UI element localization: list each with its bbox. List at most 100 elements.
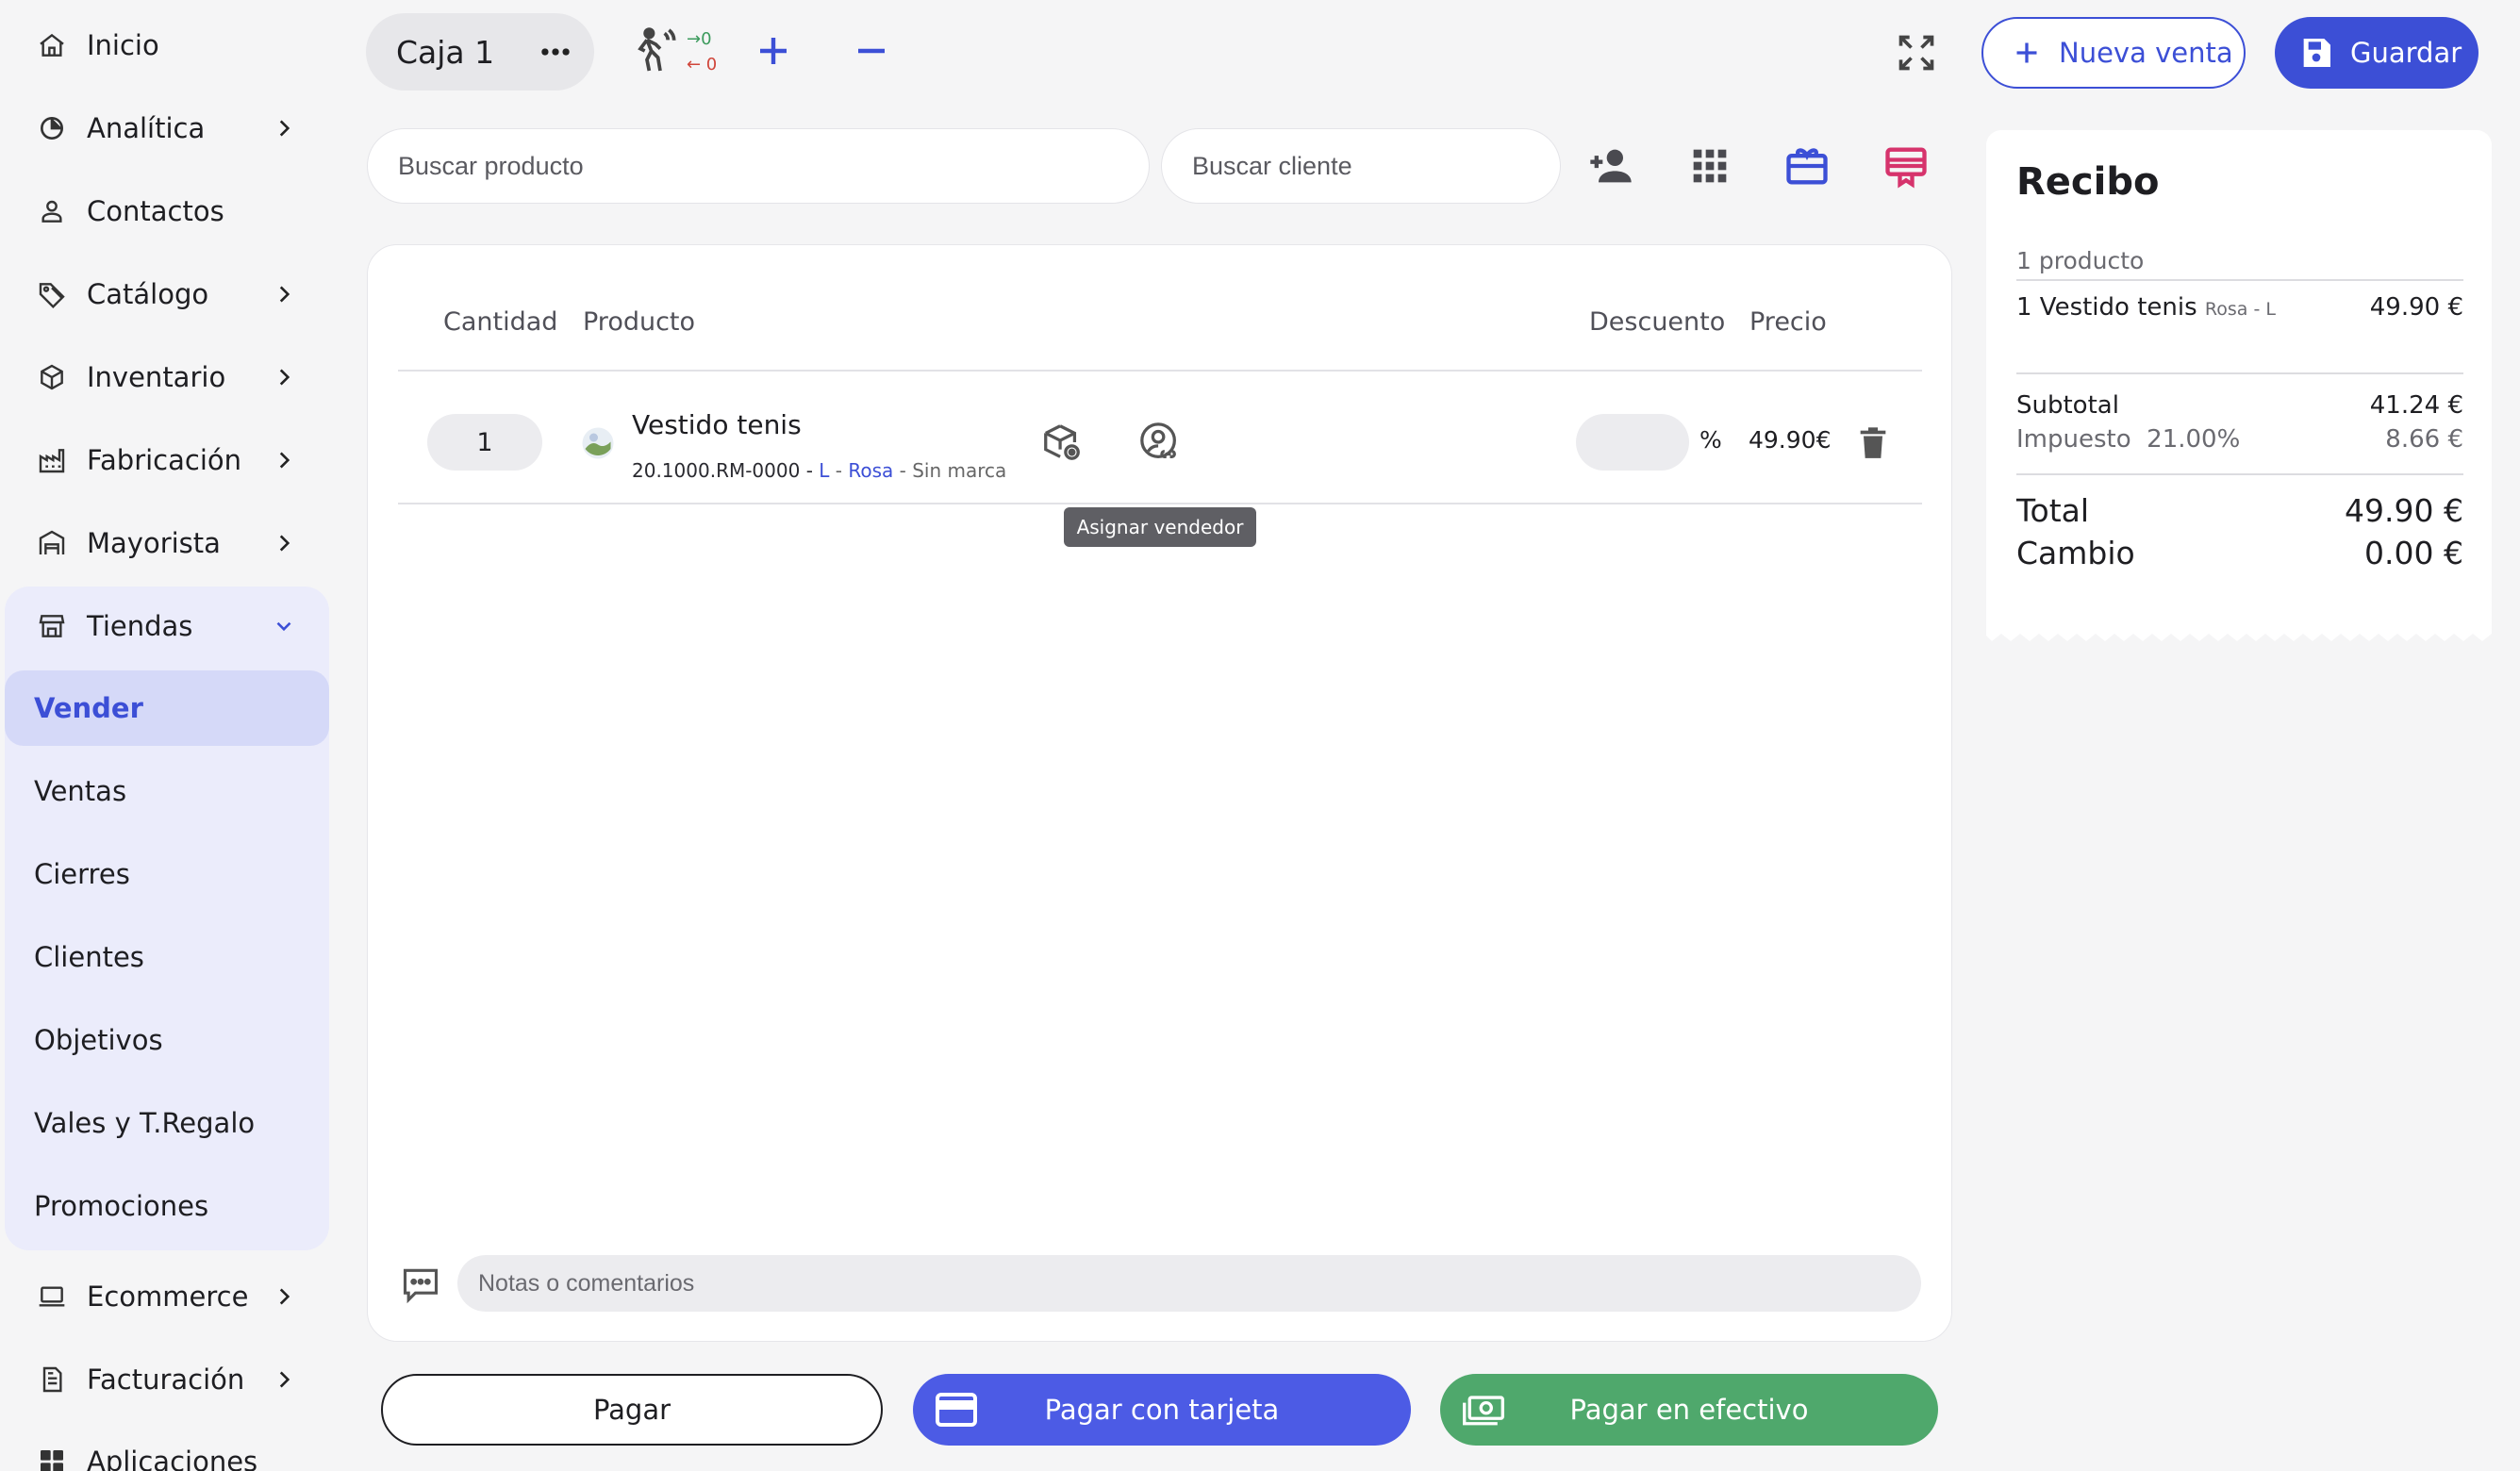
product-name: Vestido tenis — [632, 409, 802, 440]
cash-icon — [1463, 1396, 1504, 1426]
sidebar-item-label: Mayorista — [87, 527, 221, 559]
chevron-right-icon — [279, 286, 290, 303]
sidebar-subitem-promociones[interactable]: Promociones — [5, 1168, 329, 1244]
apps-icon — [36, 1446, 68, 1471]
pay-button[interactable]: Pagar — [381, 1374, 883, 1446]
credit-card-icon — [936, 1393, 977, 1427]
pos-app: Inicio Analítica Contactos Catálogo Inve… — [0, 0, 2520, 1471]
receipt-torn-edge — [1986, 630, 2492, 641]
sidebar-subitem-label: Promociones — [34, 1190, 209, 1222]
product-search-input[interactable] — [367, 128, 1150, 204]
sidebar-item-catalogo[interactable]: Catálogo — [0, 256, 330, 332]
sidebar-item-label: Inicio — [87, 29, 159, 61]
home-icon — [36, 29, 68, 61]
pay-label: Pagar — [592, 1394, 671, 1426]
save-button[interactable]: Guardar — [2275, 17, 2479, 89]
sidebar-subitem-vender[interactable]: Vender — [5, 670, 329, 746]
floppy-disk-icon — [2303, 39, 2330, 67]
new-sale-button[interactable]: Nueva venta — [1981, 17, 2246, 89]
product-size: L — [819, 459, 830, 482]
quantity-input[interactable]: 1 — [427, 414, 542, 471]
tag-icon — [36, 278, 68, 310]
product-meta: 20.1000.RM-0000 - L - Rosa - Sin marca — [632, 459, 1006, 482]
sidebar-item-inventario[interactable]: Inventario — [0, 339, 330, 415]
sidebar-subitem-label: Ventas — [34, 775, 127, 807]
document-icon — [36, 1364, 68, 1396]
receipt-divider — [2016, 279, 2463, 281]
meta-separator: - — [829, 459, 849, 482]
add-person-icon[interactable] — [1586, 141, 1635, 190]
sidebar-item-label: Fabricación — [87, 444, 242, 476]
header-divider — [398, 370, 1922, 372]
total-label: Total — [2016, 492, 2090, 529]
person-icon — [36, 195, 68, 227]
receipt-line-item: 1 Vestido tenis Rosa - L — [2016, 293, 2276, 322]
more-options-icon[interactable] — [538, 34, 573, 70]
sidebar-item-inicio[interactable]: Inicio — [0, 8, 330, 83]
header-discount: Descuento — [1589, 307, 1726, 337]
receipt-item-price: 49.90 € — [2369, 293, 2463, 322]
sidebar-item-aplicaciones[interactable]: Aplicaciones — [0, 1424, 330, 1471]
sidebar-item-analitica[interactable]: Analítica — [0, 91, 330, 166]
sidebar-item-label: Catálogo — [87, 278, 209, 310]
box-icon — [36, 361, 68, 393]
subtotal-label: Subtotal — [2016, 391, 2119, 420]
plus-icon[interactable] — [751, 28, 796, 74]
sidebar-subitem-cierres[interactable]: Cierres — [5, 836, 329, 912]
notes-input[interactable] — [457, 1255, 1921, 1312]
tax-label: Impuesto 21.00% — [2016, 425, 2241, 454]
trash-icon[interactable] — [1854, 422, 1892, 464]
laptop-icon — [36, 1281, 68, 1313]
subtotal-value: 41.24 € — [2369, 391, 2463, 420]
pay-card-label: Pagar con tarjeta — [1044, 1394, 1280, 1426]
sidebar-item-fabricacion[interactable]: Fabricación — [0, 422, 330, 498]
minus-icon[interactable] — [849, 28, 894, 74]
pay-cash-button[interactable]: Pagar en efectivo — [1440, 1374, 1938, 1446]
sidebar-item-tiendas[interactable]: Tiendas — [0, 588, 330, 664]
row-divider — [398, 503, 1922, 504]
chevron-right-icon — [279, 535, 290, 552]
sidebar-item-ecommerce[interactable]: Ecommerce — [0, 1259, 330, 1334]
walking-person-icon[interactable] — [627, 25, 680, 77]
percent-sign: % — [1699, 426, 1722, 454]
pay-cash-label: Pagar en efectivo — [1569, 1394, 1809, 1426]
chevron-right-icon — [279, 120, 290, 137]
product-brand: Sin marca — [912, 459, 1007, 482]
meta-separator: - — [800, 459, 820, 482]
plus-icon — [2016, 42, 2037, 63]
sidebar-item-label: Contactos — [87, 195, 224, 227]
discount-input[interactable] — [1576, 414, 1689, 471]
sidebar-item-facturacion[interactable]: Facturación — [0, 1342, 330, 1417]
register-name: Caja 1 — [396, 33, 495, 71]
sidebar-subitem-label: Objetivos — [34, 1024, 163, 1056]
sidebar: Inicio Analítica Contactos Catálogo Inve… — [0, 0, 340, 1471]
header-quantity: Cantidad — [443, 307, 558, 337]
sidebar-item-contactos[interactable]: Contactos — [0, 174, 330, 249]
assign-seller-icon[interactable] — [1138, 421, 1182, 464]
product-image-icon — [582, 427, 614, 459]
receipt-item-count: 1 producto — [2016, 247, 2145, 274]
sidebar-subitem-ventas[interactable]: Ventas — [5, 753, 329, 829]
gift-card-icon[interactable] — [1782, 141, 1832, 190]
sidebar-subitem-label: Clientes — [34, 941, 144, 973]
sidebar-item-label: Tiendas — [87, 610, 193, 642]
sidebar-item-label: Facturación — [87, 1364, 245, 1396]
receipt-item-name: 1 Vestido tenis — [2016, 293, 2197, 322]
assign-seller-tooltip: Asignar vendedor — [1064, 507, 1256, 547]
sidebar-subitem-objetivos[interactable]: Objetivos — [5, 1002, 329, 1078]
receipt-title: Recibo — [2016, 160, 2160, 204]
fullscreen-icon[interactable] — [1896, 32, 1937, 74]
chevron-down-icon — [276, 621, 291, 632]
change-label: Cambio — [2016, 535, 2135, 571]
client-search-input[interactable] — [1161, 128, 1561, 204]
register-selector[interactable]: Caja 1 — [366, 13, 594, 91]
sidebar-subitem-clientes[interactable]: Clientes — [5, 919, 329, 995]
sidebar-item-mayorista[interactable]: Mayorista — [0, 505, 330, 581]
gift-voucher-icon[interactable] — [1882, 141, 1931, 190]
pay-card-button[interactable]: Pagar con tarjeta — [913, 1374, 1411, 1446]
sidebar-subitem-vales[interactable]: Vales y T.Regalo — [5, 1085, 329, 1161]
stock-view-icon[interactable] — [1040, 421, 1084, 464]
header-price: Precio — [1749, 307, 1827, 337]
grid-icon[interactable] — [1685, 141, 1734, 190]
sidebar-item-label: Inventario — [87, 361, 226, 393]
